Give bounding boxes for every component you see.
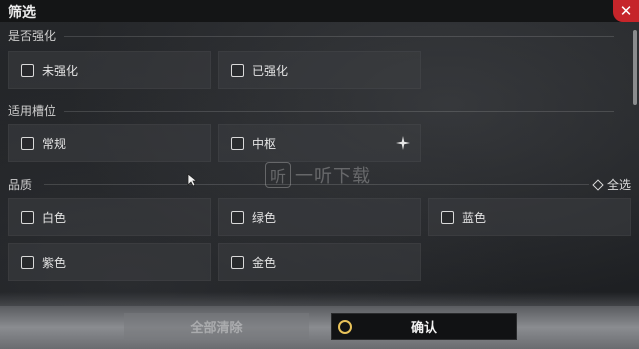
- page-title: 筛选: [8, 5, 36, 21]
- option-label: 常规: [42, 136, 67, 151]
- option-white[interactable]: 白色: [8, 198, 211, 236]
- option-purple[interactable]: 紫色: [8, 243, 211, 281]
- option-green[interactable]: 绿色: [218, 198, 421, 236]
- option-label: 白色: [42, 210, 67, 225]
- checkbox-icon: [231, 210, 244, 224]
- clear-all-label: 全部清除: [190, 321, 243, 336]
- option-gold[interactable]: 金色: [218, 243, 421, 281]
- checkbox-icon: [21, 63, 34, 77]
- checkbox-icon: [441, 210, 454, 224]
- checkbox-icon: [231, 136, 244, 150]
- option-label: 绿色: [252, 210, 277, 225]
- cursor-icon: [187, 173, 197, 187]
- option-hub[interactable]: 中枢: [218, 124, 421, 162]
- checkbox-icon: [231, 255, 244, 269]
- scrollbar[interactable]: [633, 30, 637, 105]
- watermark-text: 一听下载: [295, 166, 371, 187]
- option-label: 紫色: [42, 255, 67, 270]
- close-icon: ✕: [619, 2, 633, 20]
- ring-icon: [338, 320, 352, 334]
- option-enhanced[interactable]: 已强化: [218, 51, 421, 89]
- section-label-slot: 适用槽位: [8, 104, 57, 118]
- confirm-button[interactable]: 确认: [331, 313, 517, 340]
- option-unenhanced[interactable]: 未强化: [8, 51, 211, 89]
- diamond-icon: [592, 178, 604, 191]
- close-button[interactable]: ✕: [613, 0, 639, 22]
- option-regular[interactable]: 常规: [8, 124, 211, 162]
- option-label: 金色: [252, 255, 277, 270]
- select-all-button[interactable]: 全选: [592, 176, 631, 193]
- option-label: 已强化: [252, 63, 289, 78]
- checkbox-icon: [21, 136, 34, 150]
- option-label: 中枢: [252, 136, 277, 151]
- section-divider: [64, 36, 614, 37]
- checkbox-icon: [21, 210, 34, 224]
- option-label: 未强化: [42, 63, 79, 78]
- checkbox-icon: [231, 63, 244, 77]
- watermark: 听 一听下载: [265, 162, 371, 188]
- confirm-label: 确认: [410, 321, 437, 336]
- footer-bar: [0, 306, 639, 349]
- hub-star-icon: [396, 136, 410, 150]
- section-label-enhance: 是否强化: [8, 29, 57, 43]
- option-blue[interactable]: 蓝色: [428, 198, 631, 236]
- section-divider: [64, 111, 614, 112]
- title-bar: 筛选 ✕: [0, 0, 639, 22]
- select-all-label: 全选: [606, 178, 631, 192]
- option-label: 蓝色: [462, 210, 487, 225]
- section-label-quality: 品质: [8, 178, 33, 192]
- footer-fade: [0, 292, 639, 306]
- clear-all-button[interactable]: 全部清除: [124, 313, 309, 340]
- checkbox-icon: [21, 255, 34, 269]
- watermark-logo: 听: [265, 162, 291, 188]
